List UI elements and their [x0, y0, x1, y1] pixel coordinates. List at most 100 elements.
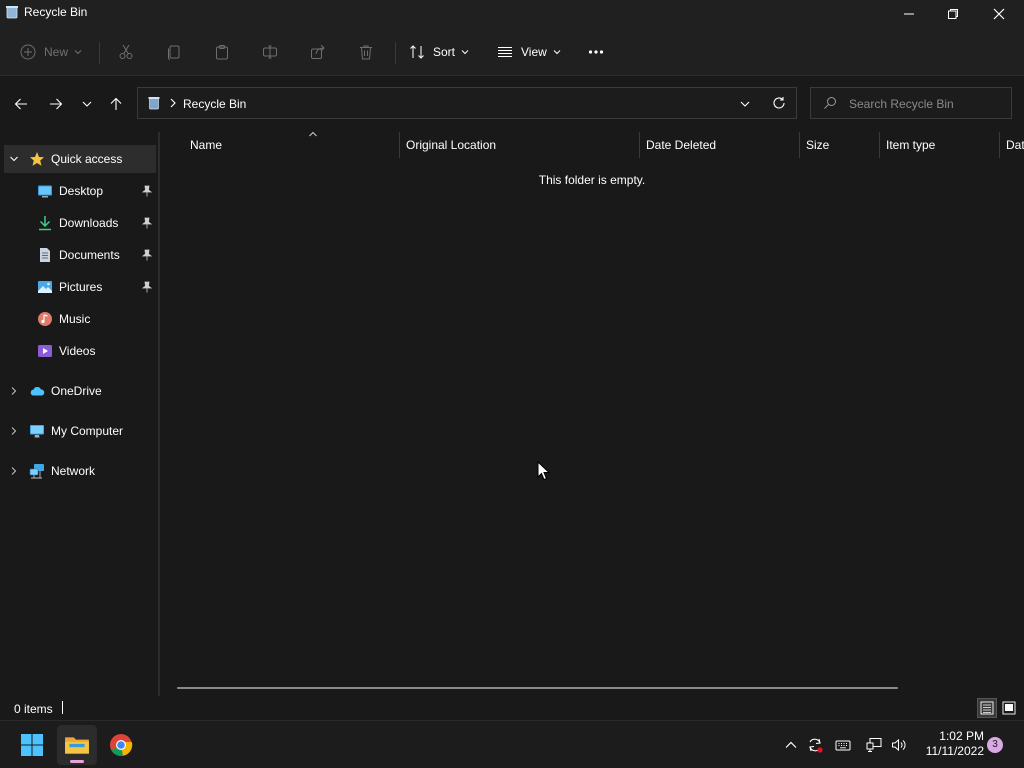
- chevron-up-icon: [785, 741, 797, 748]
- up-button[interactable]: [104, 94, 128, 114]
- pin-icon[interactable]: [142, 249, 152, 261]
- chrome-icon: [110, 734, 133, 756]
- column-header-original-location[interactable]: Original Location: [398, 132, 638, 158]
- sidebar-item-label: Desktop: [59, 184, 104, 198]
- pin-icon[interactable]: [142, 185, 152, 197]
- restore-button[interactable]: [930, 0, 976, 28]
- view-button[interactable]: View: [497, 38, 561, 66]
- sort-ascending-icon: [309, 131, 317, 137]
- search-input[interactable]: [849, 95, 1004, 113]
- share-icon: [311, 44, 325, 59]
- music-icon: [38, 312, 52, 326]
- breadcrumb[interactable]: Recycle Bin: [183, 97, 246, 111]
- keyboard-button[interactable]: [833, 735, 853, 755]
- divider: [395, 42, 396, 64]
- file-list: Name Original Location Date Deleted Size…: [160, 131, 1024, 696]
- chevron-right-icon[interactable]: [9, 466, 19, 476]
- details-view-button[interactable]: [977, 698, 997, 718]
- sidebar-item-pictures[interactable]: Pictures: [4, 273, 156, 301]
- column-header-item-type[interactable]: Item type: [878, 132, 998, 158]
- file-explorer-taskbar-button[interactable]: [57, 725, 97, 765]
- date-text: 11/11/2022: [925, 744, 984, 758]
- network-status-icon: [866, 738, 882, 752]
- close-button[interactable]: [976, 0, 1022, 28]
- column-label: Dat: [1006, 138, 1024, 152]
- sidebar-item-label: Quick access: [51, 152, 123, 166]
- folder-icon: [65, 737, 89, 754]
- chevron-down-icon[interactable]: [738, 97, 752, 111]
- sync-status-button[interactable]: [805, 735, 825, 755]
- item-count: 0 items: [14, 702, 53, 716]
- volume-button[interactable]: [889, 735, 909, 755]
- refresh-icon[interactable]: [772, 96, 786, 110]
- share-button[interactable]: [310, 38, 326, 66]
- column-label: Name: [190, 138, 223, 152]
- search-box[interactable]: [810, 87, 1012, 119]
- more-options-button[interactable]: [587, 38, 605, 66]
- show-hidden-icons-button[interactable]: [781, 735, 801, 755]
- sidebar-item-onedrive[interactable]: OneDrive: [4, 377, 156, 405]
- horizontal-scrollbar[interactable]: [177, 687, 898, 689]
- rename-button[interactable]: [262, 38, 278, 66]
- pictures-icon: [38, 281, 52, 293]
- sidebar-item-music[interactable]: Music: [4, 305, 156, 333]
- column-header-date-deleted[interactable]: Date Deleted: [638, 132, 798, 158]
- sidebar-item-network[interactable]: Network: [4, 457, 156, 485]
- sidebar-item-label: Documents: [59, 248, 120, 262]
- chevron-right-icon[interactable]: [9, 426, 19, 436]
- star-icon: [30, 152, 44, 166]
- sidebar-item-label: Videos: [59, 344, 96, 358]
- new-label: New: [44, 45, 69, 59]
- trash-icon: [360, 45, 372, 60]
- column-header-date[interactable]: Dat: [998, 132, 1024, 158]
- more-icon: [588, 50, 604, 54]
- pin-icon[interactable]: [142, 281, 152, 293]
- sync-icon: [809, 738, 823, 753]
- recycle-bin-icon: [148, 97, 160, 110]
- copy-button[interactable]: [166, 38, 182, 66]
- address-row: Recycle Bin: [0, 76, 1024, 132]
- minimize-button[interactable]: [886, 0, 932, 28]
- sort-button[interactable]: Sort: [409, 38, 469, 66]
- sidebar-item-downloads[interactable]: Downloads: [4, 209, 156, 237]
- notification-badge[interactable]: 3: [987, 737, 1003, 753]
- chevron-right-icon[interactable]: [9, 386, 19, 396]
- delete-button[interactable]: [358, 38, 374, 66]
- paste-button[interactable]: [214, 38, 230, 66]
- pin-icon[interactable]: [142, 217, 152, 229]
- column-header-name[interactable]: Name: [182, 131, 400, 158]
- minimize-icon: [904, 13, 914, 15]
- arrow-left-icon: [14, 98, 27, 110]
- sidebar-item-documents[interactable]: Documents: [4, 241, 156, 269]
- column-header-size[interactable]: Size: [798, 132, 878, 158]
- sidebar-item-videos[interactable]: Videos: [4, 337, 156, 365]
- new-button[interactable]: New: [20, 38, 82, 66]
- large-icons-view-button[interactable]: [999, 698, 1019, 718]
- forward-button[interactable]: [44, 94, 68, 114]
- computer-icon: [30, 425, 44, 438]
- recent-locations-button[interactable]: [75, 94, 99, 114]
- clock[interactable]: 1:02 PM 11/11/2022: [914, 729, 984, 759]
- recycle-bin-icon: [6, 6, 18, 19]
- chrome-taskbar-button[interactable]: [101, 725, 141, 765]
- document-icon: [40, 248, 50, 262]
- back-button[interactable]: [9, 94, 33, 114]
- address-bar[interactable]: Recycle Bin: [137, 87, 797, 119]
- sidebar-item-my-computer[interactable]: My Computer: [4, 417, 156, 445]
- column-label: Item type: [886, 138, 936, 152]
- column-label: Size: [806, 138, 830, 152]
- start-button[interactable]: [12, 725, 52, 765]
- empty-folder-message: This folder is empty.: [538, 173, 646, 187]
- new-icon: [20, 44, 36, 60]
- active-app-indicator: [70, 760, 84, 763]
- sidebar-item-quick-access[interactable]: Quick access: [4, 145, 156, 173]
- chevron-down-icon[interactable]: [9, 154, 19, 164]
- navigation-pane: Quick access Desktop Downloads Documents…: [0, 132, 158, 696]
- network-status-button[interactable]: [864, 735, 884, 755]
- command-bar: New Sort View: [0, 28, 1024, 76]
- cut-button[interactable]: [118, 38, 134, 66]
- status-divider: [62, 701, 63, 714]
- sidebar-item-desktop[interactable]: Desktop: [4, 177, 156, 205]
- sidebar-item-label: Music: [59, 312, 91, 326]
- close-icon: [993, 8, 1005, 20]
